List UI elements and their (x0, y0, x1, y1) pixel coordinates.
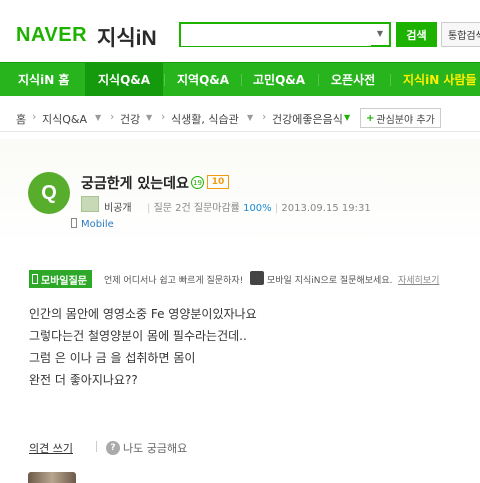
search-button[interactable]: 검색 (396, 22, 437, 47)
author-name: 비공개 (104, 203, 132, 214)
header: NAVER 지식iN ▼ 검색 통합검색 (0, 0, 480, 62)
chevron-right-icon: › (32, 110, 37, 123)
main-nav: 지식iN 홈 지식Q&A 지역Q&A 고민Q&A 오픈사전 지식iN 사람들 (0, 62, 480, 96)
caret-down-icon[interactable]: ▼ (146, 113, 152, 122)
question-mark-icon: ? (106, 441, 120, 455)
nav-item-qa[interactable]: 지식Q&A (85, 63, 164, 96)
chevron-right-icon: › (262, 110, 267, 123)
mobile-source-label: Mobile (81, 219, 114, 230)
more-details-link[interactable]: 자세히보기 (398, 273, 439, 286)
breadcrumb-item-qa[interactable]: 지식Q&A (42, 111, 87, 127)
question-body-line: 그럼 은 이나 금 을 섭취하면 몸이 (29, 351, 196, 365)
question-badge: Q (28, 172, 70, 214)
mobile-banner-text2: 모바일 지식iN으로 질문해보세요. (267, 276, 393, 286)
breadcrumb-home[interactable]: 홈 (16, 111, 26, 127)
question-meta: | 질문 2건 질문마감률 100% | 2013.09.15 19:31 (147, 203, 371, 214)
caret-down-icon[interactable]: ▼ (344, 113, 350, 122)
age-restriction-icon: 19 (191, 176, 204, 189)
breadcrumb-item-healthy-food[interactable]: 건강에좋은음식 (272, 111, 343, 127)
mobile-banner-text: 언제 어디서나 쉽고 빠르게 질문하자! (104, 276, 244, 286)
add-interest-label: 관심분야 추가 (376, 114, 435, 126)
add-interest-button[interactable]: + 관심분야 추가 (360, 108, 441, 128)
question-body-line: 인간의 몸안에 영영소중 Fe 영양분이있자나요 (29, 307, 257, 321)
nav-item-people[interactable]: 지식iN 사람들 (403, 63, 477, 96)
points-badge: 10 (207, 175, 229, 189)
mobile-source: Mobile (71, 218, 114, 230)
caret-down-icon[interactable]: ▼ (247, 113, 253, 122)
mobile-question-badge: 모바일질문 (29, 270, 92, 288)
nav-item-worry-qa[interactable]: 고민Q&A (253, 63, 305, 96)
nav-item-home[interactable]: 지식iN 홈 (18, 63, 69, 96)
phone-icon (71, 218, 77, 228)
close-rate: 100% (243, 203, 272, 214)
nav-divider (241, 74, 242, 86)
naver-logo[interactable]: NAVER (16, 24, 87, 47)
mobile-question-label: 모바일질문 (41, 275, 87, 287)
nav-item-local-qa[interactable]: 지역Q&A (177, 63, 229, 96)
me-too-curious-label: 나도 궁금해요 (123, 442, 188, 455)
breadcrumb-item-diet[interactable]: 식생활, 식습관 (171, 111, 239, 127)
question-body-line: 완전 더 좋아지나요?? (29, 373, 138, 387)
caret-down-icon[interactable]: ▼ (95, 113, 101, 122)
owl-icon (250, 271, 264, 285)
breadcrumb-item-health[interactable]: 건강 (120, 111, 140, 127)
question-stats: 질문 2건 질문마감률 (153, 203, 240, 214)
question-title: 궁금한게 있는데요 (81, 176, 189, 192)
nav-item-open-dictionary[interactable]: 오픈사전 (331, 63, 375, 96)
write-opinion-link[interactable]: 의견 쓰기 (29, 440, 73, 456)
chevron-right-icon: › (161, 110, 166, 123)
question-date: 2013.09.15 19:31 (281, 203, 371, 214)
nav-divider (164, 74, 165, 86)
avatar (81, 196, 99, 212)
plus-icon: + (366, 112, 375, 124)
chevron-right-icon: › (110, 110, 115, 123)
total-search-button[interactable]: 통합검색 (441, 22, 480, 47)
service-logo[interactable]: 지식iN (97, 22, 157, 52)
search-box[interactable]: ▼ (179, 22, 391, 47)
nav-divider (390, 74, 391, 86)
phone-icon (32, 274, 38, 284)
search-input[interactable] (181, 24, 371, 46)
chevron-down-icon[interactable]: ▼ (377, 29, 383, 38)
nav-divider (318, 74, 319, 86)
question-body-line: 그렇다는건 철영양분이 몸에 필수라는건데.. (29, 329, 247, 343)
me-too-curious-button[interactable]: ? 나도 궁금해요 (106, 440, 187, 456)
breadcrumb: 홈 › 지식Q&A ▼ › 건강 ▼ › 식생활, 식습관 ▼ › 건강에좋은음… (0, 104, 480, 132)
action-divider (96, 441, 97, 452)
answer-avatar (28, 472, 76, 483)
